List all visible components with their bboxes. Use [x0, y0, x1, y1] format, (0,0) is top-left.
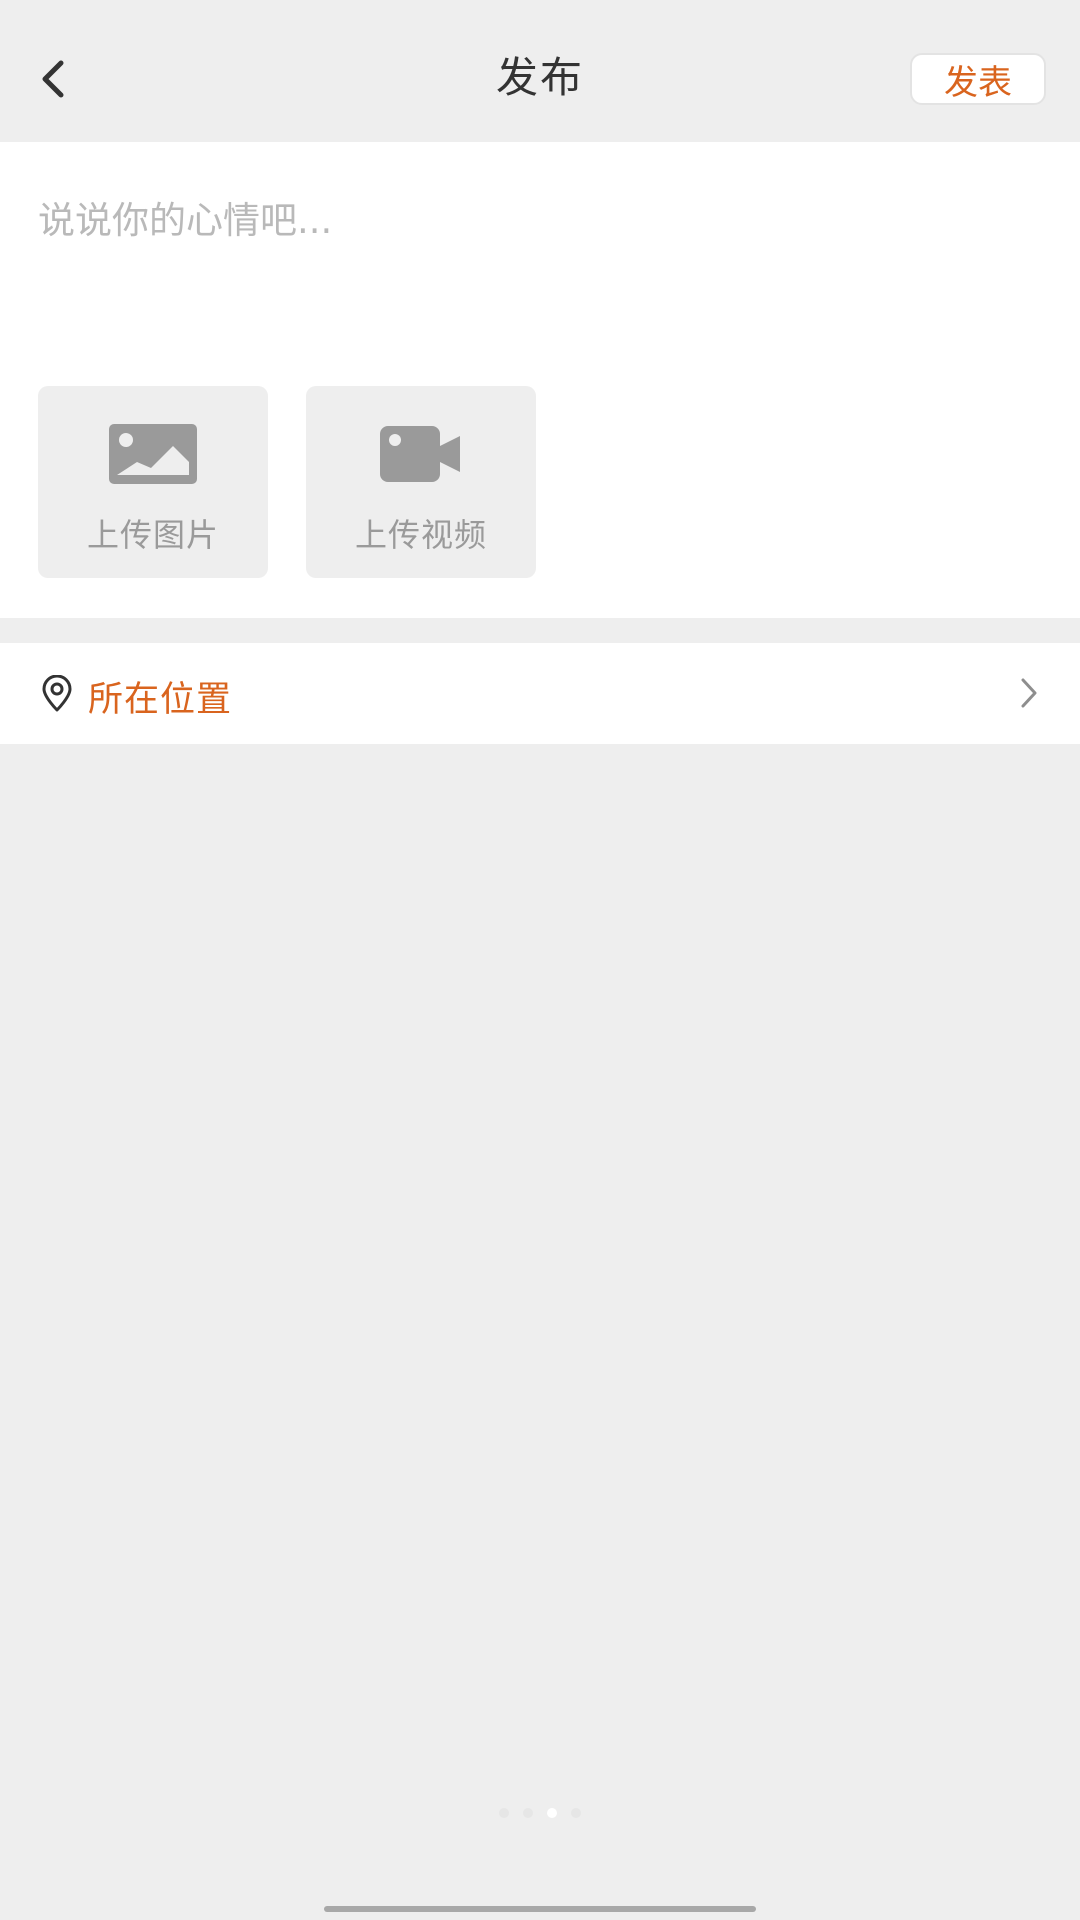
chevron-right-icon [1021, 678, 1037, 708]
page-dot [571, 1808, 581, 1818]
upload-image-label: 上传图片 [86, 516, 219, 554]
publish-button[interactable]: 发表 [910, 53, 1046, 105]
top-bar: 发布 发表 [0, 0, 1080, 142]
location-pin-icon [42, 675, 72, 712]
upload-video-label: 上传视频 [354, 516, 487, 554]
mood-text-input[interactable] [38, 190, 1038, 340]
location-row[interactable]: 所在位置 [0, 643, 1080, 744]
home-indicator[interactable] [324, 1906, 756, 1912]
page-dot [499, 1808, 509, 1818]
page-dot [523, 1808, 533, 1818]
page-indicator [0, 1808, 1080, 1818]
page-dot [547, 1808, 557, 1818]
video-camera-icon [380, 426, 460, 482]
upload-image-button[interactable]: 上传图片 [38, 386, 268, 578]
publish-page: 发布 发表 上传图片 上传视频 [0, 0, 1080, 1920]
upload-video-button[interactable]: 上传视频 [306, 386, 536, 578]
composer-card: 上传图片 上传视频 [0, 142, 1080, 618]
location-label: 所在位置 [88, 680, 233, 720]
image-icon [109, 424, 197, 484]
